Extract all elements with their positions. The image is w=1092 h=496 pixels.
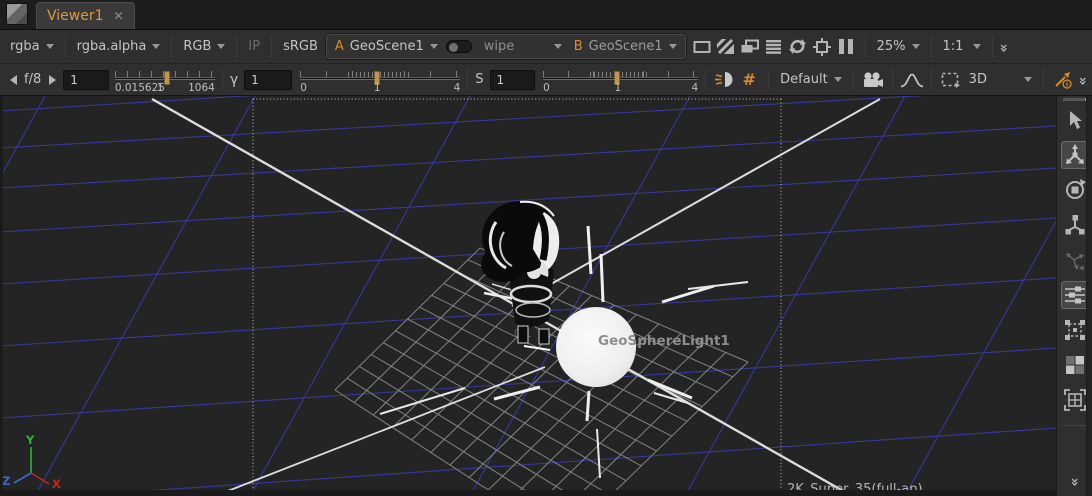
wipe-toggle[interactable] xyxy=(446,40,472,53)
light-name-label: GeoSphereLight1 xyxy=(598,333,730,349)
tool-display-sliders[interactable] xyxy=(1061,281,1089,309)
viewer-lut-button[interactable]: sRGB xyxy=(279,37,322,56)
stack-mode-icon[interactable] xyxy=(762,35,786,59)
roi-icon[interactable] xyxy=(939,68,963,92)
tool-scale[interactable] xyxy=(1061,211,1089,239)
gain-region-icon[interactable] xyxy=(810,35,834,59)
divider xyxy=(222,70,223,90)
chevron-down-icon xyxy=(1024,77,1032,82)
chevron-down-icon xyxy=(973,44,981,49)
input-a-dropdown[interactable]: A GeoScene1 xyxy=(335,39,438,54)
refresh-render-icon[interactable] xyxy=(786,35,810,59)
chevron-down-icon xyxy=(554,44,562,49)
tool-vertex-selection[interactable] xyxy=(1061,316,1089,344)
view-mode-dropdown[interactable]: 3D xyxy=(965,70,1036,89)
gain-input[interactable]: 1 xyxy=(63,70,109,90)
tool-select[interactable] xyxy=(1061,106,1089,134)
divider xyxy=(467,70,468,90)
divider xyxy=(931,37,932,57)
tool-skew[interactable] xyxy=(1061,246,1089,274)
gamma-input[interactable]: 1 xyxy=(244,70,292,90)
viewer-main: 0.1 xyxy=(0,96,1092,496)
close-icon[interactable]: ✕ xyxy=(114,10,124,22)
divider xyxy=(1043,70,1044,90)
camera-icon[interactable] xyxy=(861,68,885,92)
tool-quad-view[interactable] xyxy=(1061,351,1089,379)
divider xyxy=(992,37,993,57)
chevron-down-icon xyxy=(152,44,160,49)
saturation-input[interactable]: 1 xyxy=(490,70,536,90)
divider xyxy=(865,37,866,57)
tool-translate[interactable] xyxy=(1061,141,1089,169)
axis-x-label: X xyxy=(52,477,61,491)
viewport-left-edge xyxy=(0,96,3,496)
grid-toggle-icon[interactable]: # xyxy=(737,68,761,92)
proxy-dropdown[interactable]: 1:1 xyxy=(939,37,985,56)
tab-bar: Viewer1 ✕ xyxy=(0,0,1092,30)
alpha-channel-dropdown[interactable]: rgba.alpha xyxy=(73,37,165,56)
nuke-viewer-window: Viewer1 ✕ rgba rgba.alpha RGB IP sRGB A … xyxy=(0,0,1092,496)
display-mode-dropdown[interactable]: RGB xyxy=(179,37,229,56)
divider xyxy=(1063,425,1087,426)
divider xyxy=(892,70,893,90)
viewer-toolbar-top: rgba rgba.alpha RGB IP sRGB A GeoScene1 … xyxy=(0,30,1092,64)
tab-viewer1[interactable]: Viewer1 ✕ xyxy=(36,2,135,29)
3d-viewport[interactable]: 0.1 xyxy=(0,96,1056,496)
chevron-down-icon xyxy=(912,44,920,49)
tool-rotate[interactable] xyxy=(1061,176,1089,204)
ab-wipe-group: A GeoScene1 wipe B GeoScene1 xyxy=(326,34,686,59)
gamma-symbol: γ xyxy=(230,72,238,88)
tool-frame-view[interactable] xyxy=(1061,386,1089,414)
fstop-down-icon[interactable] xyxy=(6,68,20,92)
chevron-down-icon xyxy=(669,44,677,49)
viewer-toolbar-exposure: f/8 1 0.015625 1 1064 γ 1 0 1 4 xyxy=(0,64,1092,96)
input-process-button[interactable]: IP xyxy=(244,37,264,56)
divider xyxy=(236,37,237,57)
overscan-stripes-icon[interactable] xyxy=(714,35,738,59)
show-overlays-icon[interactable] xyxy=(738,35,762,59)
gain-slider[interactable]: 0.015625 1 1064 xyxy=(115,68,215,94)
sidebar-scrollbar[interactable] xyxy=(1063,98,1085,101)
zoom-dropdown[interactable]: 25% xyxy=(873,37,924,56)
saturation-label: S xyxy=(475,72,483,87)
axis-z-label: Z xyxy=(2,474,10,488)
divider xyxy=(271,37,272,57)
headlamp-icon[interactable] xyxy=(713,68,737,92)
divider xyxy=(65,37,66,57)
toggle-knob xyxy=(449,43,458,52)
fstop-up-icon[interactable] xyxy=(45,68,59,92)
chevron-down-icon xyxy=(217,44,225,49)
collapse-toolbar-icon[interactable]: » xyxy=(1075,76,1089,83)
collapse-toolbar-icon[interactable]: » xyxy=(996,43,1010,50)
sample-color-icon[interactable]: i xyxy=(1051,68,1075,92)
3d-toolbar-sidebar: » xyxy=(1056,96,1092,496)
axis-y-label: Y xyxy=(25,433,35,447)
lighting-mode-dropdown[interactable]: Default xyxy=(776,70,846,89)
divider xyxy=(768,70,769,90)
mask-overlay-icon[interactable] xyxy=(690,35,714,59)
divider xyxy=(931,70,932,90)
chevron-down-icon xyxy=(430,44,438,49)
saturation-slider[interactable]: 0 1 4 xyxy=(543,68,698,94)
channels-dropdown[interactable]: rgba xyxy=(6,37,58,56)
chevron-down-icon xyxy=(46,44,54,49)
divider xyxy=(171,37,172,57)
gamma-slider[interactable]: 0 1 4 xyxy=(300,68,460,94)
input-b-dropdown[interactable]: B GeoScene1 xyxy=(574,39,677,54)
pane-menu-icon[interactable] xyxy=(6,3,28,25)
sidebar-more-icon[interactable]: » xyxy=(1067,477,1081,484)
divider xyxy=(853,70,854,90)
pause-icon[interactable] xyxy=(834,35,858,59)
tab-title: Viewer1 xyxy=(47,8,104,24)
fstop-label: f/8 xyxy=(24,72,41,87)
divider xyxy=(705,70,706,90)
chevron-down-icon xyxy=(834,77,842,82)
gaussian-curve-icon[interactable] xyxy=(900,68,924,92)
svg-text:i: i xyxy=(1066,80,1068,88)
viewport-bottom-edge xyxy=(0,490,1056,496)
wipe-mode-dropdown[interactable]: wipe xyxy=(480,37,566,56)
